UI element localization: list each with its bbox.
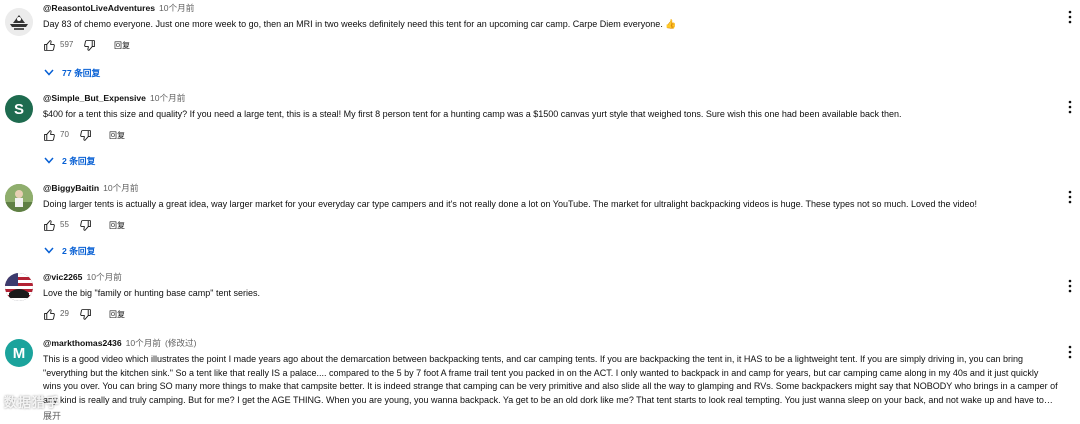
avatar-photo-icon — [5, 184, 33, 212]
avatar-letter: M — [12, 344, 26, 362]
comment-actions: 70 回复 — [43, 127, 1058, 145]
like-button[interactable] — [43, 127, 56, 143]
avatar[interactable]: S — [5, 95, 33, 123]
comment-text: Love the big "family or hunting base cam… — [43, 288, 261, 298]
comment-time[interactable]: 10个月前 — [126, 338, 161, 348]
more-actions-icon[interactable] — [1067, 279, 1073, 293]
avatar-letter: S — [13, 100, 24, 118]
like-button[interactable] — [43, 37, 56, 53]
comment-header: @vic2265 10个月前 — [43, 271, 1058, 283]
reply-button[interactable]: 回复 — [114, 40, 130, 51]
more-actions-icon[interactable] — [1067, 190, 1073, 204]
avatar[interactable] — [5, 273, 33, 301]
thumbs-down-icon — [84, 39, 95, 51]
comment-text: $400 for a tent this size and quality? I… — [43, 109, 902, 119]
like-button[interactable] — [43, 306, 56, 322]
watermark: 数据猎手 — [4, 395, 61, 410]
more-actions-icon[interactable] — [1067, 10, 1073, 24]
dislike-button[interactable] — [79, 217, 92, 233]
thumbs-down-icon — [80, 219, 91, 231]
edited-label: (修改过) — [164, 338, 197, 348]
dislike-button[interactable] — [83, 37, 96, 53]
chevron-down-icon — [44, 157, 54, 164]
comment-header: @ReasontoLiveAdventures 10个月前 — [43, 2, 1058, 14]
reply-button[interactable]: 回复 — [109, 309, 125, 320]
avatar[interactable] — [5, 8, 33, 36]
comment-author[interactable]: @Simple_But_Expensive — [43, 93, 146, 103]
thumbs-up-icon — [44, 129, 55, 141]
more-actions-icon[interactable] — [1067, 100, 1073, 114]
more-actions-icon[interactable] — [1067, 345, 1073, 359]
comment-header: @markthomas2436 10个月前 (修改过) — [43, 337, 1058, 349]
replies-count: 2 条回复 — [62, 246, 96, 256]
like-count: 597 — [60, 40, 74, 50]
like-button[interactable] — [43, 217, 56, 233]
thumbs-up-icon — [44, 39, 55, 51]
comment-time[interactable]: 10个月前 — [159, 3, 194, 13]
view-replies-button[interactable]: 2 条回复 — [44, 244, 95, 257]
comment-time[interactable]: 10个月前 — [103, 183, 138, 193]
comment-author[interactable]: @markthomas2436 — [43, 338, 122, 348]
like-count: 29 — [60, 309, 69, 319]
like-count: 55 — [60, 220, 69, 230]
dislike-button[interactable] — [79, 127, 92, 143]
comment-author[interactable]: @ReasontoLiveAdventures — [43, 3, 155, 13]
dislike-button[interactable] — [79, 306, 92, 322]
comment: @vic2265 10个月前 Love the big "family or hu… — [0, 271, 1080, 327]
comment-text: Doing larger tents is actually a great i… — [43, 199, 978, 209]
comment-actions: 55 回复 — [43, 217, 1058, 235]
comment-header: @Simple_But_Expensive 10个月前 — [43, 92, 1058, 104]
expand-button[interactable]: 展开 — [43, 409, 1058, 422]
comment-actions: 597 回复 — [43, 37, 1058, 55]
thumbs-up-icon — [44, 308, 55, 320]
comment-actions: 29 回复 — [43, 306, 1058, 324]
view-replies-button[interactable]: 77 条回复 — [44, 66, 100, 79]
thumbs-up-icon — [44, 219, 55, 231]
like-count: 70 — [60, 130, 69, 140]
thumbs-down-icon — [80, 129, 91, 141]
avatar[interactable] — [5, 184, 33, 212]
avatar[interactable]: M — [5, 339, 33, 367]
comment: M @markthomas2436 10个月前 (修改过) This is a go… — [0, 337, 1080, 424]
comment-time[interactable]: 10个月前 — [86, 272, 121, 282]
thumbs-down-icon — [80, 308, 91, 320]
comment-time[interactable]: 10个月前 — [150, 93, 185, 103]
comment-text: Day 83 of chemo everyone. Just one more … — [43, 19, 677, 29]
comment-header: @BiggyBaitin 10个月前 — [43, 182, 1058, 194]
avatar-logo-icon — [5, 8, 33, 36]
comment-author[interactable]: @BiggyBaitin — [43, 183, 99, 193]
chevron-down-icon — [44, 247, 54, 254]
comment: S @Simple_But_Expensive 10个月前 $400 for a … — [0, 92, 1080, 178]
avatar-flag-icon — [5, 273, 33, 301]
reply-button[interactable]: 回复 — [109, 220, 125, 231]
comment: @BiggyBaitin 10个月前 Doing larger tents is … — [0, 182, 1080, 268]
comment-text: This is a good video which illustrates t… — [43, 354, 1058, 405]
view-replies-button[interactable]: 2 条回复 — [44, 154, 95, 167]
reply-button[interactable]: 回复 — [109, 130, 125, 141]
comment-author[interactable]: @vic2265 — [43, 272, 82, 282]
comment: @ReasontoLiveAdventures 10个月前 Day 83 of c… — [0, 2, 1080, 88]
replies-count: 77 条回复 — [62, 68, 101, 78]
chevron-down-icon — [44, 69, 54, 76]
replies-count: 2 条回复 — [62, 156, 96, 166]
